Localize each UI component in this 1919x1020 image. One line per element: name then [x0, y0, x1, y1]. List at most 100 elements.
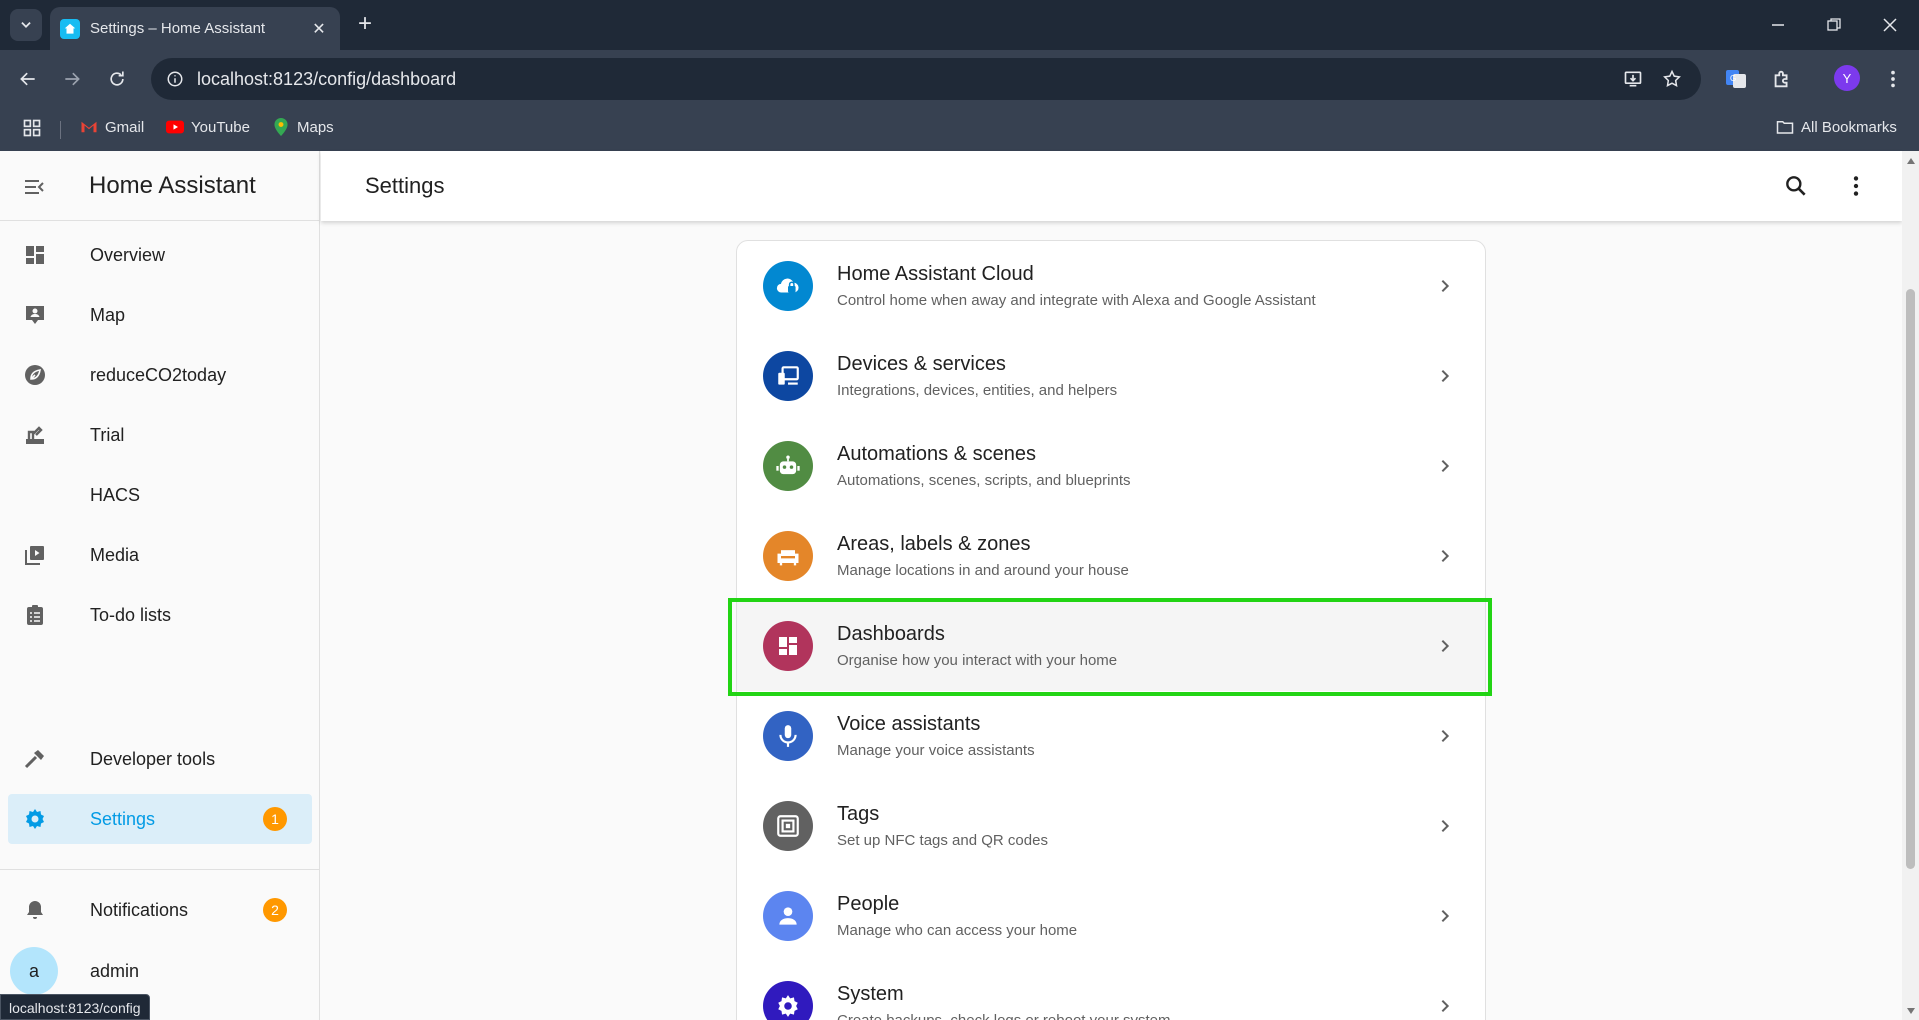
url-text[interactable]: localhost:8123/config/dashboard [197, 69, 456, 90]
page-scrollbar[interactable] [1902, 151, 1919, 1020]
scroll-down-arrow-icon[interactable] [1905, 1005, 1916, 1016]
home-assistant-favicon-icon [60, 18, 80, 39]
bookmark-label: YouTube [191, 118, 250, 136]
microphone-icon [763, 711, 813, 761]
new-tab-button[interactable]: + [352, 12, 378, 38]
row-title: Dashboards [837, 623, 945, 645]
ha-sidebar: Home Assistant Overview Map reduceCO2tod… [0, 151, 320, 1020]
sidebar-item-developer-tools[interactable]: Developer tools [8, 734, 312, 784]
sidebar-item-map[interactable]: Map [8, 290, 312, 340]
sidebar-item-overview[interactable]: Overview [8, 230, 312, 280]
close-icon [1883, 18, 1897, 32]
view-dashboard-icon [763, 621, 813, 671]
user-name: admin [90, 961, 140, 981]
reload-button[interactable] [99, 61, 135, 97]
chevron-right-icon [1433, 274, 1457, 298]
extensions-icon[interactable] [1768, 65, 1796, 93]
row-subtitle: Create backups, check logs or reboot you… [837, 1012, 1171, 1020]
address-bar[interactable]: localhost:8123/config/dashboard [151, 58, 1701, 100]
robot-icon [763, 441, 813, 491]
settings-row-devices-services[interactable]: Devices & services Integrations, devices… [737, 331, 1485, 421]
all-bookmarks-label: All Bookmarks [1801, 118, 1897, 136]
forward-button[interactable] [54, 61, 90, 97]
arrow-left-icon [20, 72, 35, 86]
sidebar-item-label: Settings [90, 809, 156, 829]
settings-card: Home Assistant Cloud Control home when a… [736, 240, 1486, 1020]
close-window-button[interactable] [1862, 0, 1918, 50]
browser-menu-icon[interactable] [1879, 65, 1907, 93]
sidebar-item-label: To-do lists [90, 605, 172, 625]
restore-button[interactable] [1806, 0, 1862, 50]
row-subtitle: Control home when away and integrate wit… [837, 292, 1316, 309]
close-tab-icon[interactable]: ✕ [308, 19, 330, 39]
settings-row-voice-assistants[interactable]: Voice assistants Manage your voice assis… [737, 691, 1485, 781]
profile-avatar[interactable]: Y [1834, 65, 1860, 91]
apps-grid-button[interactable] [22, 118, 42, 138]
restore-icon [1827, 18, 1841, 31]
notifications-badge: 2 [263, 898, 287, 922]
bookmark-youtube[interactable]: YouTube [166, 118, 250, 136]
menu-collapse-icon[interactable] [20, 173, 48, 201]
svg-text:G: G [1730, 74, 1736, 83]
scroll-up-arrow-icon[interactable] [1905, 155, 1916, 166]
minimize-icon [1772, 24, 1784, 26]
all-bookmarks-button[interactable]: All Bookmarks [1776, 118, 1897, 136]
leaf-icon [22, 362, 48, 388]
apps-grid-icon [23, 119, 41, 137]
minimize-button[interactable] [1750, 0, 1806, 50]
settings-row-tags[interactable]: Tags Set up NFC tags and QR codes [737, 781, 1485, 871]
settings-top-bar: Settings [321, 151, 1902, 221]
bookmark-gmail[interactable]: Gmail [80, 118, 144, 136]
nfc-tag-icon [763, 801, 813, 851]
row-title: Automations & scenes [837, 443, 1036, 465]
bookmark-star-icon[interactable] [1660, 67, 1684, 91]
search-icon[interactable] [1781, 171, 1811, 201]
sidebar-item-media[interactable]: Media [8, 530, 312, 580]
map-account-icon [22, 302, 48, 328]
settings-row-system[interactable]: System Create backups, check logs or reb… [737, 961, 1485, 1020]
arrow-right-icon [65, 72, 80, 86]
settings-row-home-assistant-cloud[interactable]: Home Assistant Cloud Control home when a… [737, 241, 1485, 331]
sidebar-item-label: Notifications [90, 900, 189, 920]
tab-title: Settings – Home Assistant [90, 20, 266, 37]
chevron-right-icon [1433, 544, 1457, 568]
settings-row-dashboards[interactable]: Dashboards Organise how you interact wit… [737, 601, 1485, 691]
back-button[interactable] [10, 61, 46, 97]
hammer-icon [22, 746, 48, 772]
site-info-icon[interactable] [163, 67, 187, 91]
scrollbar-thumb[interactable] [1906, 289, 1915, 869]
chevron-down-icon [21, 22, 31, 28]
gmail-icon [80, 118, 98, 136]
install-app-icon[interactable] [1621, 67, 1645, 91]
sidebar-item-reduceco2today[interactable]: reduceCO2today [8, 350, 312, 400]
reload-icon [110, 71, 124, 86]
google-translate-icon[interactable]: G [1722, 65, 1750, 93]
tab-search-button[interactable] [10, 9, 42, 41]
chevron-right-icon [1433, 364, 1457, 388]
settings-row-automations-scenes[interactable]: Automations & scenes Automations, scenes… [737, 421, 1485, 511]
bookmarks-bar: Gmail YouTube Maps All Bookmarks [0, 108, 1919, 151]
settings-row-areas-labels-zones[interactable]: Areas, labels & zones Manage locations i… [737, 511, 1485, 601]
sidebar-item-label: Media [90, 545, 140, 565]
row-title: Areas, labels & zones [837, 533, 1031, 555]
sidebar-item-label: Overview [90, 245, 166, 265]
row-title: System [837, 983, 904, 1005]
browser-tab[interactable]: Settings – Home Assistant ✕ [50, 7, 340, 50]
sidebar-item-label: reduceCO2today [90, 365, 227, 385]
settings-row-people[interactable]: People Manage who can access your home [737, 871, 1485, 961]
overflow-menu-icon[interactable] [1841, 171, 1871, 201]
sidebar-item-hacs[interactable]: HACS [8, 470, 312, 520]
sidebar-item-todo-lists[interactable]: To-do lists [8, 590, 312, 640]
folder-icon [1776, 118, 1794, 136]
sidebar-item-trial[interactable]: Trial [8, 410, 312, 460]
bookmark-maps[interactable]: Maps [272, 118, 334, 136]
maps-pin-icon [272, 118, 290, 136]
robot-industrial-icon [22, 422, 48, 448]
sidebar-item-notifications[interactable]: Notifications 2 [8, 885, 312, 935]
devices-icon [763, 351, 813, 401]
sidebar-item-profile[interactable]: a admin [8, 941, 312, 1001]
sidebar-item-label: Map [90, 305, 126, 325]
clipboard-list-icon [22, 602, 48, 628]
cog-icon [22, 806, 48, 832]
sidebar-item-settings[interactable]: Settings 1 [8, 794, 312, 844]
